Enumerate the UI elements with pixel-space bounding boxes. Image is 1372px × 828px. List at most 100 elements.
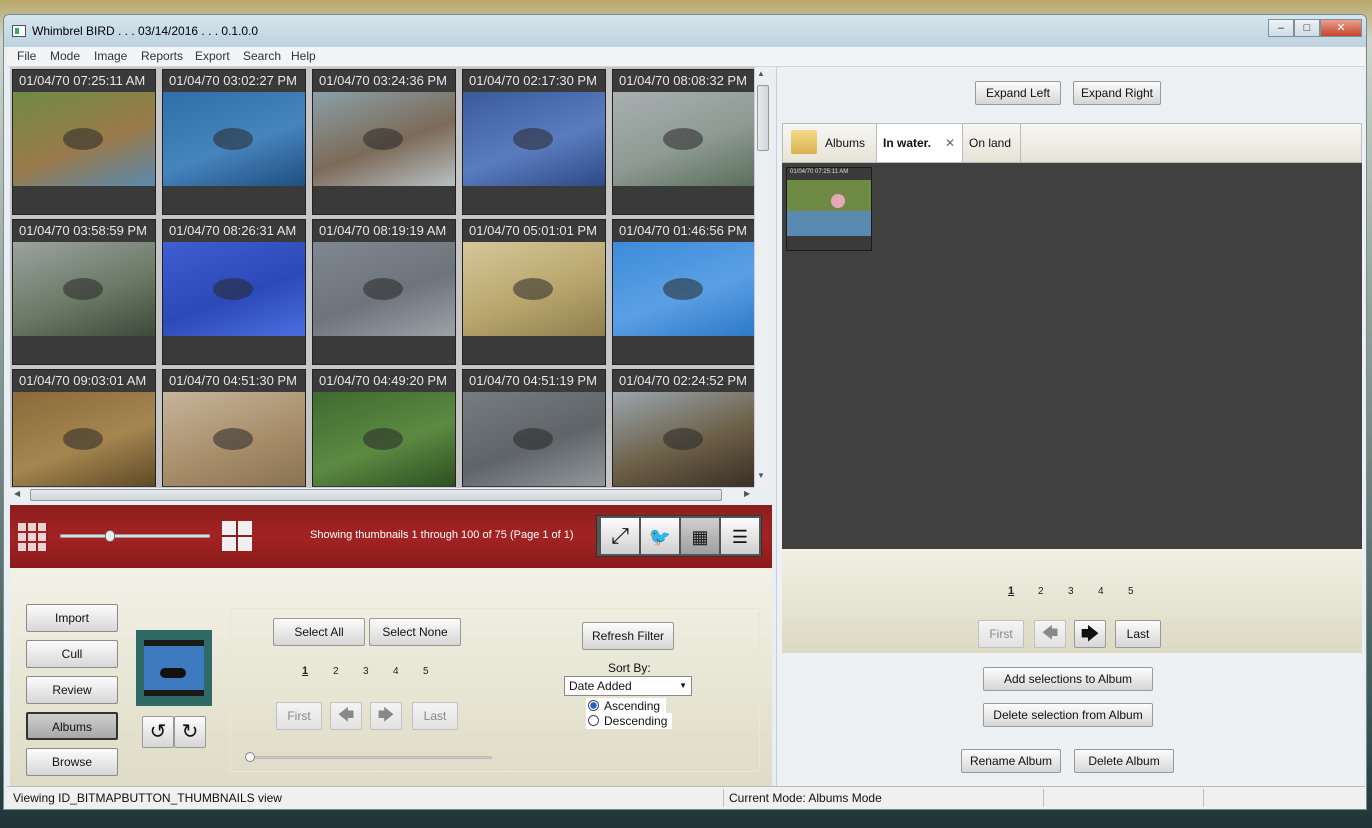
scroll-right-icon[interactable]: ▶ (744, 489, 750, 498)
album-page-4-link[interactable]: 4 (1098, 586, 1104, 597)
album-next-page-button[interactable]: 🡆 (1074, 620, 1106, 648)
tab-albums[interactable]: Albums (783, 124, 877, 162)
first-page-button[interactable]: First (276, 702, 322, 730)
album-first-page-button[interactable]: First (978, 620, 1024, 648)
tab-on-land[interactable]: On land (963, 124, 1021, 162)
thumbnail-tile[interactable]: 01/04/70 08:26:31 AM (162, 219, 306, 365)
page-slider-handle[interactable] (245, 752, 255, 762)
thumbnail-timestamp: 01/04/70 02:17:30 PM (469, 73, 597, 88)
rotate-right-button[interactable]: ↻ (174, 716, 206, 748)
thumbnail-tile[interactable]: 01/04/70 08:19:19 AM (312, 219, 456, 365)
mode-import-button[interactable]: Import (26, 604, 118, 632)
descending-option[interactable]: Descending (586, 713, 672, 729)
menu-export[interactable]: Export (195, 49, 230, 63)
scroll-left-icon[interactable]: ◀ (14, 489, 20, 498)
thumbnail-tile[interactable]: 01/04/70 07:25:11 AM (12, 69, 156, 215)
thumbnail-tile[interactable]: 01/04/70 04:51:30 PM (162, 369, 306, 487)
fullscreen-view-button[interactable]: ⤢ (600, 517, 640, 555)
album-thumbnail[interactable]: 01/04/70 07:25:11 AM (786, 167, 872, 251)
thumbnail-tile[interactable]: 01/04/70 03:24:36 PM (312, 69, 456, 215)
refresh-filter-button[interactable]: Refresh Filter (582, 622, 674, 650)
delete-album-button[interactable]: Delete Album (1074, 749, 1174, 773)
mode-albums-button[interactable]: Albums (26, 712, 118, 740)
list-view-button[interactable]: ☰ (720, 517, 760, 555)
expand-right-button[interactable]: Expand Right (1073, 81, 1161, 105)
page-slider[interactable] (245, 752, 492, 762)
scroll-down-icon[interactable]: ▼ (757, 471, 765, 480)
thumbnail-tile[interactable]: 01/04/70 08:08:32 PM (612, 69, 754, 215)
thumbnail-tile[interactable]: 01/04/70 02:24:52 PM (612, 369, 754, 487)
rotate-left-button[interactable]: ↺ (142, 716, 174, 748)
page-3-link[interactable]: 3 (363, 666, 369, 677)
close-button[interactable]: ✕ (1320, 19, 1362, 37)
descending-label: Descending (604, 714, 668, 728)
expand-left-button[interactable]: Expand Left (975, 81, 1061, 105)
album-page-2-link[interactable]: 2 (1038, 586, 1044, 597)
menu-reports[interactable]: Reports (141, 49, 183, 63)
mode-review-button[interactable]: Review (26, 676, 118, 704)
scroll-up-icon[interactable]: ▲ (757, 69, 765, 78)
tab-albums-label: Albums (825, 136, 866, 150)
album-contents: 01/04/70 07:25:11 AM (782, 163, 1362, 549)
menu-mode[interactable]: Mode (50, 49, 80, 63)
delete-selection-from-album-button[interactable]: Delete selection from Album (983, 703, 1153, 727)
thumbnail-tile[interactable]: 01/04/70 02:17:30 PM (462, 69, 606, 215)
album-last-page-button[interactable]: Last (1115, 620, 1161, 648)
next-page-button[interactable]: 🡆 (370, 702, 402, 730)
thumbnail-tile[interactable]: 01/04/70 03:58:59 PM (12, 219, 156, 365)
page-5-link[interactable]: 5 (423, 666, 429, 677)
add-selections-to-album-button[interactable]: Add selections to Album (983, 667, 1153, 691)
single-image-view-button[interactable]: 🐦 (640, 517, 680, 555)
status-bar: Viewing ID_BITMAPBUTTON_THUMBNAILS view … (7, 786, 1365, 809)
title-bar[interactable]: Whimbrel BIRD . . . 03/14/2016 . . . 0.1… (4, 15, 1366, 47)
thumbnail-tile[interactable]: 01/04/70 04:49:20 PM (312, 369, 456, 487)
vertical-scroll-thumb[interactable] (757, 85, 769, 151)
thumbnail-timestamp: 01/04/70 03:24:36 PM (319, 73, 447, 88)
album-prev-page-button[interactable]: 🡄 (1034, 620, 1066, 648)
thumbnail-timestamp: 01/04/70 07:25:11 AM (19, 73, 146, 88)
small-thumbnails-icon[interactable] (18, 521, 48, 551)
select-none-button[interactable]: Select None (369, 618, 461, 646)
menu-file[interactable]: File (17, 49, 36, 63)
thumbnails-view-button[interactable]: ▦ (680, 517, 720, 555)
thumbnail-tile[interactable]: 01/04/70 04:51:19 PM (462, 369, 606, 487)
horizontal-scrollbar[interactable]: ◀ ▶ (10, 487, 754, 502)
thumbnail-size-slider[interactable] (60, 530, 210, 542)
thumbnail-image (163, 392, 305, 486)
menu-search[interactable]: Search (243, 49, 281, 63)
rename-album-button[interactable]: Rename Album (961, 749, 1061, 773)
radio-unchecked-icon[interactable] (588, 715, 599, 726)
select-all-button[interactable]: Select All (273, 618, 365, 646)
grid-icon: ▦ (691, 527, 709, 547)
vertical-scrollbar[interactable]: ▲ ▼ (754, 67, 771, 487)
mode-browse-button[interactable]: Browse (26, 748, 118, 776)
menu-image[interactable]: Image (94, 49, 127, 63)
page-4-link[interactable]: 4 (393, 666, 399, 677)
thumbnail-tile[interactable]: 01/04/70 09:03:01 AM (12, 369, 156, 487)
radio-checked-icon[interactable] (588, 700, 599, 711)
slider-handle[interactable] (105, 530, 115, 542)
menu-help[interactable]: Help (291, 49, 316, 63)
page-2-link[interactable]: 2 (333, 666, 339, 677)
maximize-button[interactable]: □ (1294, 19, 1320, 37)
tab-in-water[interactable]: In water. ✕ (877, 124, 963, 162)
ascending-option[interactable]: Ascending (586, 698, 666, 714)
thumbnail-tile[interactable]: 01/04/70 01:46:56 PM (612, 219, 754, 365)
page-1-link[interactable]: 1 (302, 665, 308, 677)
arrow-right-icon: 🡆 (377, 707, 395, 724)
thumbnail-tile[interactable]: 01/04/70 03:02:27 PM (162, 69, 306, 215)
album-page-5-link[interactable]: 5 (1128, 586, 1134, 597)
last-page-button[interactable]: Last (412, 702, 458, 730)
thumbnail-tile[interactable]: 01/04/70 05:01:01 PM (462, 219, 606, 365)
horizontal-scroll-thumb[interactable] (30, 489, 722, 501)
album-page-3-link[interactable]: 3 (1068, 586, 1074, 597)
album-page-1-link[interactable]: 1 (1008, 585, 1014, 597)
sort-by-select[interactable]: Date Added ▼ (564, 676, 692, 696)
minimize-button[interactable]: – (1268, 19, 1294, 37)
prev-page-button[interactable]: 🡄 (330, 702, 362, 730)
mode-cull-button[interactable]: Cull (26, 640, 118, 668)
close-tab-icon[interactable]: ✕ (945, 124, 955, 162)
thumbnail-timestamp: 01/04/70 04:51:19 PM (469, 373, 597, 388)
thumbnail-image (313, 242, 455, 336)
large-thumbnails-icon[interactable] (222, 521, 252, 551)
